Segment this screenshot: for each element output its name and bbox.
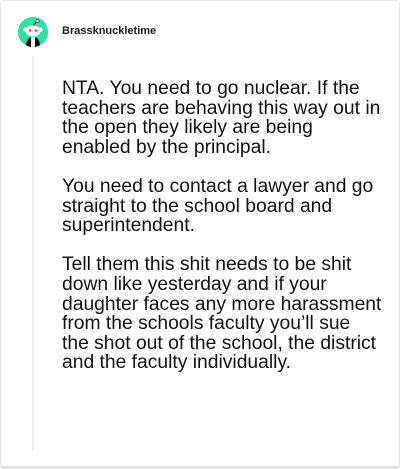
comment-paragraph: You need to contact a lawyer and go stra… (62, 175, 374, 237)
comment-paragraph: Tell them this shit needs to be shit dow… (62, 254, 382, 374)
comment-body: NTA. You need to go nuclear. If the teac… (62, 79, 382, 373)
thread-line[interactable] (32, 56, 34, 451)
comment-paragraph: NTA. You need to go nuclear. If the teac… (62, 78, 381, 158)
comment-card: Brassknuckletime NTA. You need to go nuc… (0, 0, 400, 469)
comment-author[interactable]: Brassknuckletime (62, 25, 156, 37)
snoo-avatar-icon[interactable] (18, 17, 48, 47)
